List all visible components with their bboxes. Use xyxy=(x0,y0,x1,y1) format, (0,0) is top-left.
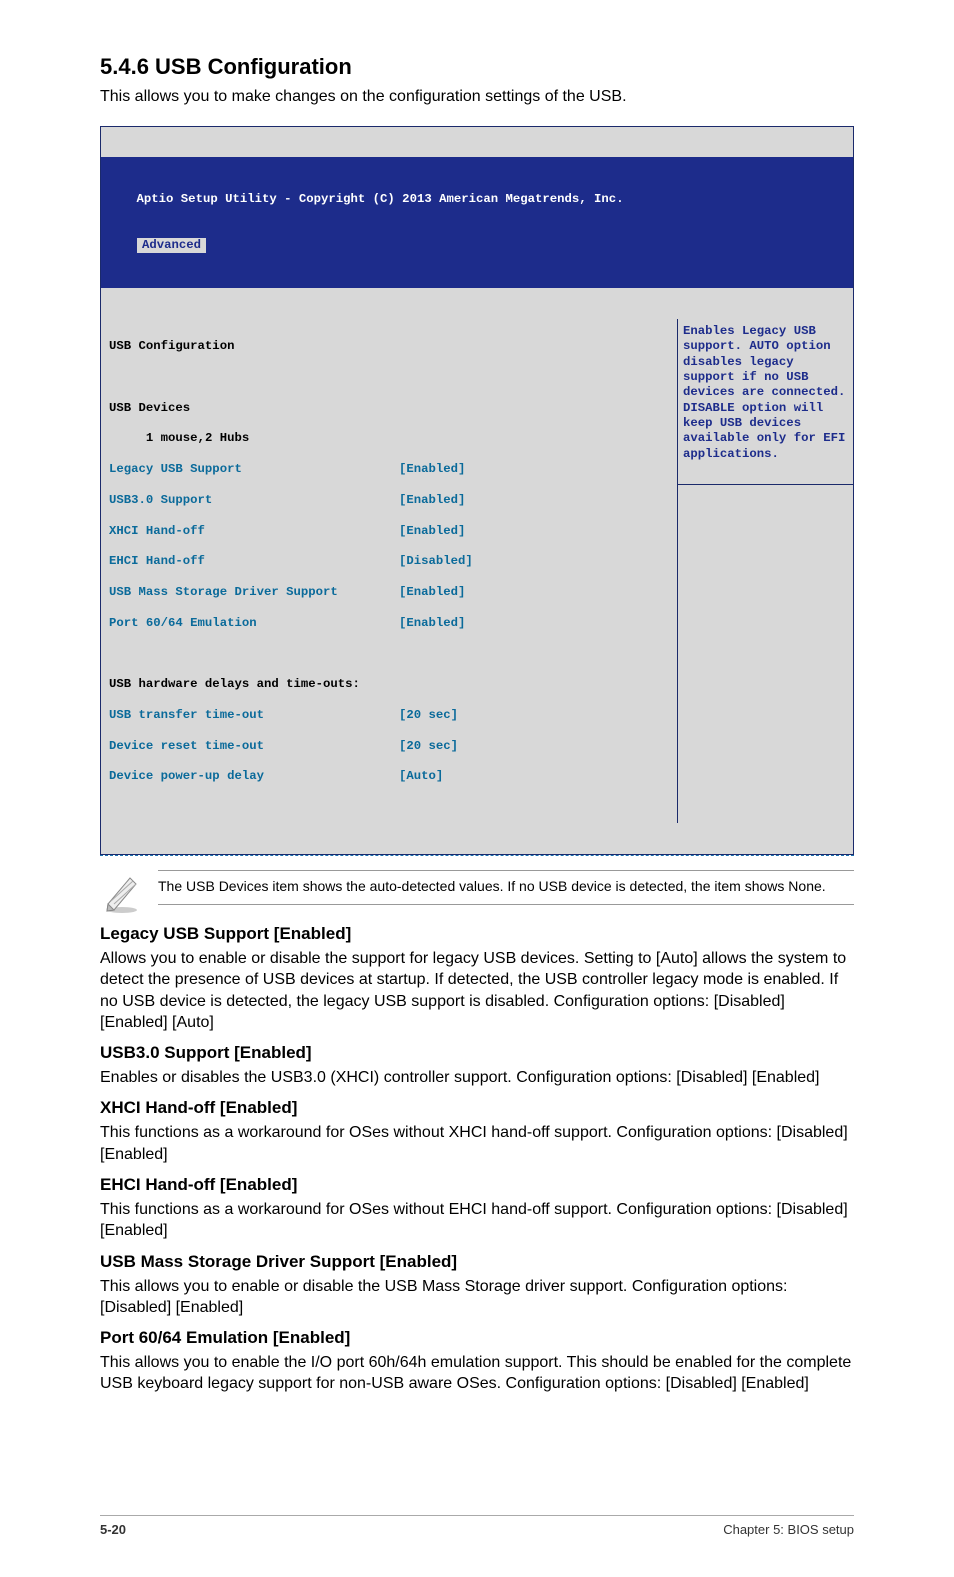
subsection-title: USB Mass Storage Driver Support [Enabled… xyxy=(100,1252,854,1272)
page-heading: 5.4.6 USB Configuration xyxy=(100,54,854,80)
bios-row-value: [Enabled] xyxy=(399,616,669,631)
page-footer: 5-20 Chapter 5: BIOS setup xyxy=(100,1515,854,1537)
footer-page-number: 5-20 xyxy=(100,1522,126,1537)
bios-tab-advanced: Advanced xyxy=(137,238,206,253)
bios-row-value: [20 sec] xyxy=(399,708,669,723)
note-icon xyxy=(100,870,144,914)
bios-row-label: USB Mass Storage Driver Support xyxy=(109,585,399,600)
bios-row: XHCI Hand-off[Enabled] xyxy=(109,524,669,539)
bios-row: USB transfer time-out[20 sec] xyxy=(109,708,669,723)
bios-title-text: Aptio Setup Utility - Copyright (C) 2013… xyxy=(137,192,624,206)
bios-row-value: [20 sec] xyxy=(399,739,669,754)
bios-row-label: Legacy USB Support xyxy=(109,462,399,477)
bios-row-label: USB transfer time-out xyxy=(109,708,399,723)
note-text: The USB Devices item shows the auto-dete… xyxy=(158,870,854,905)
bios-devices-label: USB Devices xyxy=(109,401,669,416)
bios-row: Port 60/64 Emulation[Enabled] xyxy=(109,616,669,631)
bios-row-label: Port 60/64 Emulation xyxy=(109,616,399,631)
bios-devices-value: 1 mouse,2 Hubs xyxy=(109,431,669,446)
subsection-body: This functions as a workaround for OSes … xyxy=(100,1199,854,1242)
subsection-body: Allows you to enable or disable the supp… xyxy=(100,948,854,1033)
bios-row: Legacy USB Support[Enabled] xyxy=(109,462,669,477)
footer-chapter: Chapter 5: BIOS setup xyxy=(723,1522,854,1537)
bios-help-separator xyxy=(678,484,853,485)
bios-header: Aptio Setup Utility - Copyright (C) 2013… xyxy=(101,157,853,288)
bios-row: Device reset time-out[20 sec] xyxy=(109,739,669,754)
bios-row-label: XHCI Hand-off xyxy=(109,524,399,539)
bios-row-label: Device reset time-out xyxy=(109,739,399,754)
bios-row-value: [Enabled] xyxy=(399,585,669,600)
subsection-title: EHCI Hand-off [Enabled] xyxy=(100,1175,854,1195)
bios-bottom-divider xyxy=(100,855,854,856)
subsection-body: This allows you to enable the I/O port 6… xyxy=(100,1352,854,1395)
subsection-body: This allows you to enable or disable the… xyxy=(100,1276,854,1319)
subsection-body: This functions as a workaround for OSes … xyxy=(100,1122,854,1165)
bios-row: EHCI Hand-off[Disabled] xyxy=(109,554,669,569)
bios-row-value: [Enabled] xyxy=(399,493,669,508)
bios-section-title: USB Configuration xyxy=(109,339,669,354)
subsection-title: USB3.0 Support [Enabled] xyxy=(100,1043,854,1063)
bios-devices-value-text: 1 mouse,2 Hubs xyxy=(146,431,249,445)
subsection-title: Port 60/64 Emulation [Enabled] xyxy=(100,1328,854,1348)
bios-row-label: Device power-up delay xyxy=(109,769,399,784)
subsection-body: Enables or disables the USB3.0 (XHCI) co… xyxy=(100,1067,854,1088)
bios-row-value: [Enabled] xyxy=(399,462,669,477)
bios-row-label: USB3.0 Support xyxy=(109,493,399,508)
bios-row-value: [Disabled] xyxy=(399,554,669,569)
bios-row-value: [Enabled] xyxy=(399,524,669,539)
bios-row: USB Mass Storage Driver Support[Enabled] xyxy=(109,585,669,600)
bios-help-text: Enables Legacy USB support. AUTO option … xyxy=(683,324,845,461)
bios-left-pane: USB Configuration USB Devices 1 mouse,2 … xyxy=(101,319,677,824)
subsection-title: Legacy USB Support [Enabled] xyxy=(100,924,854,944)
bios-screenshot: Aptio Setup Utility - Copyright (C) 2013… xyxy=(100,126,854,856)
bios-subheader: USB hardware delays and time-outs: xyxy=(109,677,669,692)
bios-title: Aptio Setup Utility - Copyright (C) 2013… xyxy=(107,192,847,207)
bios-row-value: [Auto] xyxy=(399,769,669,784)
bios-row: USB3.0 Support[Enabled] xyxy=(109,493,669,508)
bios-row-label: EHCI Hand-off xyxy=(109,554,399,569)
subsection-title: XHCI Hand-off [Enabled] xyxy=(100,1098,854,1118)
intro-text: This allows you to make changes on the c… xyxy=(100,86,854,108)
bios-help-pane: Enables Legacy USB support. AUTO option … xyxy=(677,319,853,824)
bios-row: Device power-up delay[Auto] xyxy=(109,769,669,784)
